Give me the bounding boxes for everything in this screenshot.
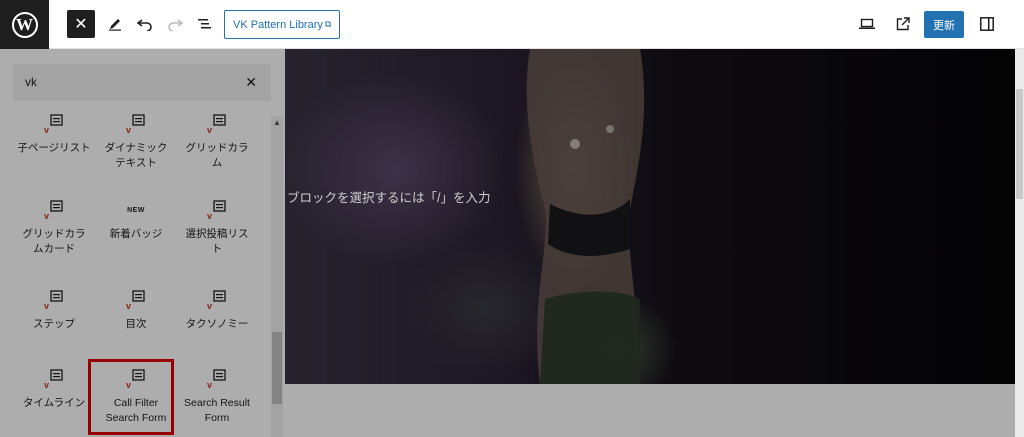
scroll-up-icon[interactable]: ▲ (273, 118, 281, 127)
pencil-icon (109, 19, 121, 31)
clear-search-icon[interactable]: ✕ (245, 74, 257, 91)
sidebar-icon (980, 17, 994, 31)
block-item-label: タイムライン (22, 397, 86, 409)
block-item-taxonomy[interactable]: v タクソノミー (176, 287, 258, 332)
close-inserter-button[interactable]: ✕ (67, 10, 95, 38)
block-item-step[interactable]: v ステップ (13, 287, 95, 332)
block-item-search-result-form[interactable]: v Search Result Form (176, 366, 258, 426)
svg-text:v: v (44, 380, 49, 389)
settings-sidebar-button[interactable] (973, 10, 1001, 38)
search-result-icon: v (176, 366, 258, 392)
block-item-new-badge[interactable]: NEW 新着バッジ (95, 197, 177, 242)
cover-block[interactable] (285, 49, 1015, 384)
highlight-box (88, 359, 174, 435)
block-item-label: グリッドカラ ムカード (22, 228, 86, 255)
new-badge-text: NEW (127, 206, 145, 214)
taxonomy-icon: v (176, 287, 258, 313)
block-item-label: タクソノミー (185, 318, 249, 330)
block-item-label: Search Result Form (184, 397, 250, 424)
block-search-input[interactable]: vk ✕ (13, 64, 271, 101)
laptop-icon (859, 18, 875, 29)
grid-column-icon: v (176, 111, 258, 137)
pattern-library-label: VK Pattern Library (233, 18, 323, 31)
undo-icon (137, 19, 152, 31)
canvas-scrollbar-thumb[interactable] (1016, 89, 1023, 199)
block-item-timeline[interactable]: v タイムライン (13, 366, 95, 411)
block-item-label: 目次 (125, 318, 147, 330)
view-post-button[interactable] (889, 10, 917, 38)
timeline-icon: v (13, 366, 95, 392)
tools-button[interactable] (101, 10, 129, 38)
block-item-selected-post-list[interactable]: v 選択投稿リス ト (176, 197, 258, 257)
canvas-scrollbar[interactable] (1015, 49, 1024, 437)
post-list-icon: v (176, 197, 258, 223)
block-item-child-page-list[interactable]: v 子ページリスト (13, 111, 95, 156)
svg-text:v: v (126, 125, 131, 134)
scrollbar-thumb[interactable] (272, 332, 282, 404)
block-item-table-of-contents[interactable]: v 目次 (95, 287, 177, 332)
undo-button[interactable] (131, 10, 159, 38)
block-item-grid-column[interactable]: v グリッドカラ ム (176, 111, 258, 171)
svg-text:v: v (207, 211, 212, 220)
svg-text:v: v (44, 301, 49, 310)
table-of-contents-icon: v (95, 287, 177, 313)
pattern-library-link[interactable]: VK Pattern Library ⧉ (224, 10, 341, 39)
svg-text:v: v (44, 211, 49, 220)
block-placeholder-text[interactable]: ブロックを選択するには「/」を入力 (287, 187, 490, 206)
redo-button[interactable] (161, 10, 189, 38)
inserter-scrollbar[interactable]: ▲ (271, 116, 283, 437)
block-item-dynamic-text[interactable]: v ダイナミック テキスト (95, 111, 177, 171)
svg-text:v: v (44, 125, 49, 134)
block-item-label: グリッドカラ ム (185, 142, 249, 169)
wordpress-icon: W (11, 11, 38, 38)
external-link-icon: ⧉ (324, 19, 332, 29)
wordpress-logo-button[interactable]: W (0, 0, 49, 49)
search-value: vk (25, 75, 37, 89)
redo-icon (168, 19, 183, 31)
grid-card-icon: v (13, 197, 95, 223)
svg-text:v: v (126, 301, 131, 310)
preview-device-button[interactable] (853, 10, 881, 38)
child-page-icon: v (13, 111, 95, 137)
close-icon: ✕ (74, 16, 88, 33)
step-icon: v (13, 287, 95, 313)
dynamic-text-icon: v (95, 111, 177, 137)
svg-text:v: v (207, 125, 212, 134)
editor-toolbar: W ✕ VK Pattern Library ⧉ 更新 (0, 0, 1024, 49)
block-editor: W ✕ VK Pattern Library ⧉ 更新 vk ✕ ▲ v 子ペー… (0, 0, 1024, 437)
block-item-label: ダイナミック テキスト (104, 142, 168, 169)
document-overview-button[interactable] (191, 10, 219, 38)
block-item-label: ステップ (33, 318, 75, 330)
new-badge-icon: NEW (95, 197, 177, 223)
block-item-label: 選択投稿リス ト (185, 228, 249, 255)
update-button[interactable]: 更新 (924, 11, 964, 38)
block-item-grid-column-card[interactable]: v グリッドカラ ムカード (13, 197, 95, 257)
list-view-icon (198, 19, 211, 29)
block-item-label: 子ページリスト (17, 142, 91, 154)
svg-text:v: v (207, 380, 212, 389)
dancer-image (526, 49, 645, 384)
svg-text:v: v (207, 301, 212, 310)
block-item-label: 新着バッジ (109, 228, 163, 240)
external-link-icon (896, 17, 910, 31)
